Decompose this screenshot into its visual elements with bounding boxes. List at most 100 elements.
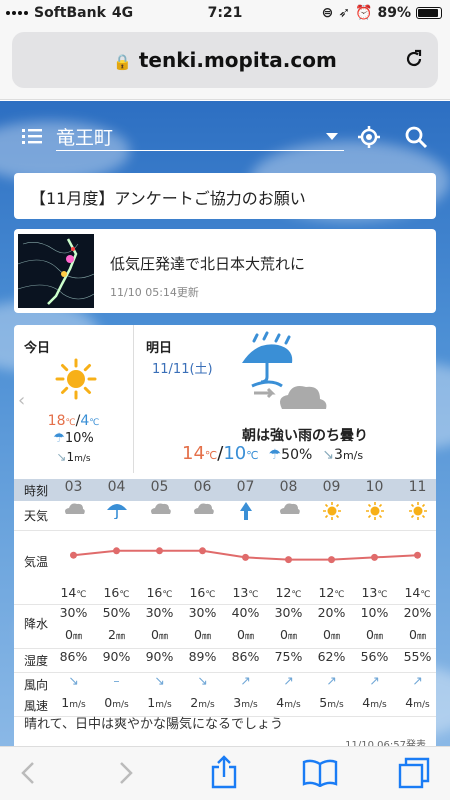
sun-icon [55, 358, 97, 400]
hours-cell: 10 [365, 479, 384, 495]
news-date: 11/10 05:14更新 [110, 286, 199, 299]
hours-cell: 08 [279, 479, 298, 495]
humidity-cell: 89% [188, 649, 217, 664]
rotation-lock-icon: ⊜ [321, 5, 334, 21]
precip_pct-cell: 30% [274, 605, 303, 620]
precip_pct-cell: 50% [102, 605, 131, 620]
humidity-cell: 56% [360, 649, 389, 664]
row-label: 湿度 [24, 654, 49, 668]
share-icon[interactable] [208, 755, 240, 789]
url-text[interactable]: 🔒 tenki.mopita.com [12, 48, 438, 72]
chevron-down-icon [326, 133, 338, 140]
umbrella-icon: ☂ [268, 447, 282, 463]
humidity-row: 湿度 86% 90% 90% 89% 86% 75% 62% 56% 55% [14, 649, 436, 673]
forecast-summary: 晴れて、日中は爽やかな陽気になるでしょう [24, 717, 283, 732]
news-title: 低気圧発達で北日本大荒れに [110, 255, 306, 273]
weather-map-thumbnail [18, 234, 94, 308]
today-rain: ☂10% [53, 431, 94, 446]
weather-row: 天気 [14, 501, 436, 531]
survey-notice[interactable]: 【11月度】アンケートご協力のお願い [14, 173, 436, 219]
precip-pct-row: 降水 30% 50% 30% 30% 40% 30% 20% 10% 20% [14, 605, 436, 631]
humidity-cell: 55% [403, 649, 432, 664]
wdir_arrows-cell: ↗ [240, 673, 251, 688]
forward-icon[interactable] [116, 759, 136, 787]
prev-arrow-icon[interactable]: ‹ [18, 390, 25, 411]
humidity-cell: 86% [59, 649, 88, 664]
precip_mm-cell: 0㎜ [280, 627, 297, 642]
precip_pct-cell: 20% [403, 605, 432, 620]
tomorrow-low: 10 [223, 443, 247, 464]
precip_pct-cell: 20% [317, 605, 346, 620]
temps-cell: 13℃ [232, 585, 259, 600]
cloud-icon [181, 501, 224, 530]
temps-cell: 16℃ [189, 585, 216, 600]
temps-cell: 16℃ [103, 585, 130, 600]
temp-value-row: 14℃ 16℃ 16℃ 16℃ 13℃ 12℃ 12℃ 13℃ 14℃ [14, 585, 436, 605]
tomorrow-desc: 朝は強い雨のち曇り [242, 428, 368, 444]
reload-icon[interactable] [402, 47, 426, 71]
temps-cell: 14℃ [60, 585, 87, 600]
sun-icon [310, 501, 353, 530]
sun-icon [353, 501, 396, 530]
precip_pct-cell: 30% [59, 605, 88, 620]
issued-time: 11/10 06:57発表 [345, 740, 426, 746]
temp-point [242, 553, 249, 561]
precip_pct-cell: 40% [231, 605, 260, 620]
precip_mm-cell: 0㎜ [151, 627, 168, 642]
wind-arrow-icon: ↘ [322, 447, 335, 463]
cloud-icon [138, 501, 181, 530]
wdir_arrows-cell: – [113, 673, 120, 688]
location-label: 竜王町 [56, 127, 114, 149]
humidity-cell: 75% [274, 649, 303, 664]
menu-icon[interactable] [22, 127, 42, 145]
battery-icon [416, 7, 442, 19]
site-header: 竜王町 [0, 111, 450, 161]
temp-point [328, 556, 335, 564]
browser-bottom-bar [0, 746, 450, 800]
temp-point [371, 553, 378, 561]
wind-dir-row: 風向 ↘ – ↘ ↘ ↗ ↗ ↗ ↗ ↗ [14, 673, 436, 695]
today-high: 18 [47, 413, 66, 429]
current-location-icon[interactable] [357, 125, 381, 149]
alarm-icon: ⏰ [355, 5, 373, 21]
tomorrow-panel[interactable]: 明日 11/11(土) 朝は強い雨のち曇り 14℃/10℃ ☂50% ↘3m/s [134, 325, 436, 473]
hours-cell: 09 [322, 479, 341, 495]
row-label: 時刻 [24, 483, 49, 498]
sun-icon [396, 501, 436, 530]
back-icon[interactable] [18, 759, 38, 787]
today-low: 4 [80, 413, 90, 429]
cloud-icon [52, 501, 95, 530]
temp-point [199, 547, 206, 555]
news-card[interactable]: 低気圧発達で北日本大荒れに 11/10 05:14更新 [14, 229, 436, 313]
temps-cell: 12℃ [275, 585, 302, 600]
wdir_arrows-cell: ↘ [154, 673, 165, 688]
precip_mm-cell: 0㎜ [65, 627, 82, 642]
hour-row: 時刻 03 04 05 06 07 08 09 10 11 [14, 479, 436, 501]
temps-cell: 13℃ [361, 585, 388, 600]
forecast-card: 今日 ‹ 18℃/4℃ ☂10% ↘1m/s 明日 11/11(土) 朝は強い雨… [14, 325, 436, 746]
temp-point [113, 547, 120, 555]
temps-cell: 16℃ [146, 585, 173, 600]
address-bar[interactable]: 🔒 tenki.mopita.com [12, 32, 438, 88]
wdir_arrows-cell: ↗ [283, 673, 294, 688]
precip_mm-cell: 2㎜ [108, 627, 125, 642]
tomorrow-date: 11/11(土) [152, 362, 213, 377]
precip_pct-cell: 30% [188, 605, 217, 620]
precip_mm-cell: 0㎜ [194, 627, 211, 642]
row-label: 気温 [24, 554, 49, 569]
humidity-cell: 86% [231, 649, 260, 664]
umbrella-icon [95, 501, 138, 530]
umbrella-icon: ☂ [53, 431, 65, 446]
row-label: 風向 [24, 677, 49, 692]
status-bar: SoftBank 4G 7:21 ⊜ ➶ ⏰ 89% [0, 0, 450, 28]
rain-then-cloud-icon [242, 331, 327, 409]
wdir_arrows-cell: ↗ [369, 673, 380, 688]
location-select[interactable]: 竜王町 [56, 123, 344, 151]
search-icon[interactable] [404, 125, 428, 149]
hourly-table: 時刻 03 04 05 06 07 08 09 10 11 天気 気温 14℃ 16℃ 16℃ 16℃… [14, 479, 436, 717]
tabs-icon[interactable] [398, 757, 430, 789]
row-label: 天気 [24, 509, 49, 523]
rain-arrow-icon [224, 501, 267, 530]
today-panel[interactable]: 今日 ‹ 18℃/4℃ ☂10% ↘1m/s [14, 325, 134, 473]
bookmarks-icon[interactable] [302, 759, 338, 787]
